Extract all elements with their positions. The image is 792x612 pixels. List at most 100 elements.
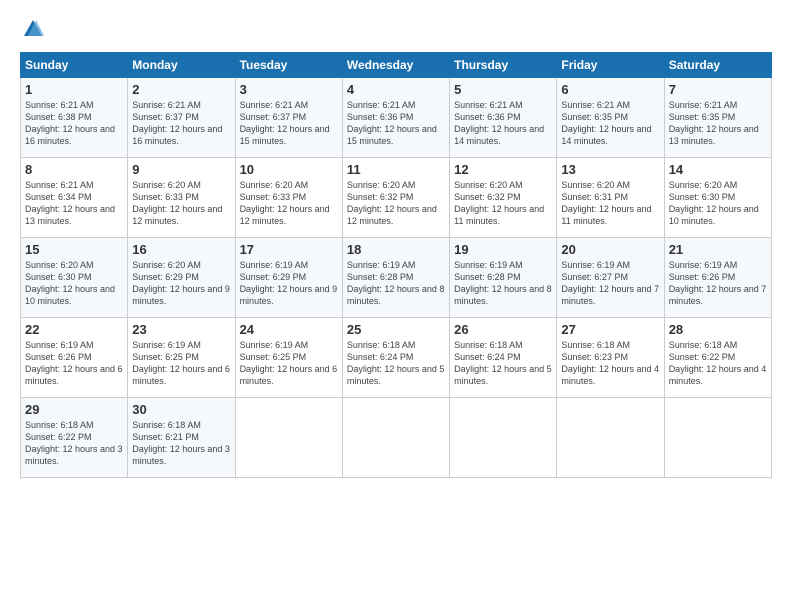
weekday-header-cell: Monday bbox=[128, 53, 235, 78]
day-info: Sunrise: 6:21 AMSunset: 6:35 PMDaylight:… bbox=[669, 100, 759, 146]
day-info: Sunrise: 6:19 AMSunset: 6:27 PMDaylight:… bbox=[561, 260, 659, 306]
day-number: 17 bbox=[240, 242, 338, 257]
calendar-header-row: SundayMondayTuesdayWednesdayThursdayFrid… bbox=[21, 53, 772, 78]
calendar-day-cell: 5 Sunrise: 6:21 AMSunset: 6:36 PMDayligh… bbox=[450, 78, 557, 158]
day-info: Sunrise: 6:20 AMSunset: 6:33 PMDaylight:… bbox=[240, 180, 330, 226]
calendar-day-cell: 28 Sunrise: 6:18 AMSunset: 6:22 PMDaylig… bbox=[664, 318, 771, 398]
day-info: Sunrise: 6:19 AMSunset: 6:29 PMDaylight:… bbox=[240, 260, 338, 306]
header bbox=[20, 18, 772, 40]
day-info: Sunrise: 6:21 AMSunset: 6:38 PMDaylight:… bbox=[25, 100, 115, 146]
day-info: Sunrise: 6:20 AMSunset: 6:30 PMDaylight:… bbox=[669, 180, 759, 226]
day-info: Sunrise: 6:18 AMSunset: 6:23 PMDaylight:… bbox=[561, 340, 659, 386]
calendar-week-row: 8 Sunrise: 6:21 AMSunset: 6:34 PMDayligh… bbox=[21, 158, 772, 238]
day-number: 26 bbox=[454, 322, 552, 337]
calendar-day-cell: 1 Sunrise: 6:21 AMSunset: 6:38 PMDayligh… bbox=[21, 78, 128, 158]
calendar-day-cell: 24 Sunrise: 6:19 AMSunset: 6:25 PMDaylig… bbox=[235, 318, 342, 398]
day-number: 19 bbox=[454, 242, 552, 257]
day-info: Sunrise: 6:19 AMSunset: 6:26 PMDaylight:… bbox=[25, 340, 123, 386]
day-number: 10 bbox=[240, 162, 338, 177]
day-info: Sunrise: 6:20 AMSunset: 6:33 PMDaylight:… bbox=[132, 180, 222, 226]
day-info: Sunrise: 6:18 AMSunset: 6:21 PMDaylight:… bbox=[132, 420, 230, 466]
day-number: 15 bbox=[25, 242, 123, 257]
calendar-day-cell: 13 Sunrise: 6:20 AMSunset: 6:31 PMDaylig… bbox=[557, 158, 664, 238]
calendar-day-cell: 11 Sunrise: 6:20 AMSunset: 6:32 PMDaylig… bbox=[342, 158, 449, 238]
day-info: Sunrise: 6:20 AMSunset: 6:29 PMDaylight:… bbox=[132, 260, 230, 306]
day-number: 2 bbox=[132, 82, 230, 97]
day-info: Sunrise: 6:20 AMSunset: 6:30 PMDaylight:… bbox=[25, 260, 115, 306]
calendar-week-row: 1 Sunrise: 6:21 AMSunset: 6:38 PMDayligh… bbox=[21, 78, 772, 158]
day-number: 9 bbox=[132, 162, 230, 177]
calendar-day-cell: 8 Sunrise: 6:21 AMSunset: 6:34 PMDayligh… bbox=[21, 158, 128, 238]
day-number: 28 bbox=[669, 322, 767, 337]
day-number: 29 bbox=[25, 402, 123, 417]
calendar-day-cell: 10 Sunrise: 6:20 AMSunset: 6:33 PMDaylig… bbox=[235, 158, 342, 238]
day-info: Sunrise: 6:20 AMSunset: 6:32 PMDaylight:… bbox=[347, 180, 437, 226]
day-number: 24 bbox=[240, 322, 338, 337]
day-number: 7 bbox=[669, 82, 767, 97]
day-number: 25 bbox=[347, 322, 445, 337]
calendar-day-cell bbox=[342, 398, 449, 478]
day-number: 22 bbox=[25, 322, 123, 337]
calendar-day-cell bbox=[450, 398, 557, 478]
day-info: Sunrise: 6:20 AMSunset: 6:32 PMDaylight:… bbox=[454, 180, 544, 226]
calendar-day-cell: 3 Sunrise: 6:21 AMSunset: 6:37 PMDayligh… bbox=[235, 78, 342, 158]
calendar-day-cell: 18 Sunrise: 6:19 AMSunset: 6:28 PMDaylig… bbox=[342, 238, 449, 318]
calendar-body: 1 Sunrise: 6:21 AMSunset: 6:38 PMDayligh… bbox=[21, 78, 772, 478]
day-number: 18 bbox=[347, 242, 445, 257]
calendar-day-cell: 2 Sunrise: 6:21 AMSunset: 6:37 PMDayligh… bbox=[128, 78, 235, 158]
day-info: Sunrise: 6:21 AMSunset: 6:36 PMDaylight:… bbox=[454, 100, 544, 146]
logo-icon bbox=[22, 18, 44, 40]
day-info: Sunrise: 6:21 AMSunset: 6:36 PMDaylight:… bbox=[347, 100, 437, 146]
day-info: Sunrise: 6:21 AMSunset: 6:37 PMDaylight:… bbox=[240, 100, 330, 146]
day-number: 6 bbox=[561, 82, 659, 97]
day-info: Sunrise: 6:19 AMSunset: 6:28 PMDaylight:… bbox=[347, 260, 445, 306]
day-info: Sunrise: 6:21 AMSunset: 6:35 PMDaylight:… bbox=[561, 100, 651, 146]
calendar-day-cell: 22 Sunrise: 6:19 AMSunset: 6:26 PMDaylig… bbox=[21, 318, 128, 398]
day-info: Sunrise: 6:18 AMSunset: 6:24 PMDaylight:… bbox=[454, 340, 552, 386]
calendar-day-cell: 23 Sunrise: 6:19 AMSunset: 6:25 PMDaylig… bbox=[128, 318, 235, 398]
calendar-week-row: 15 Sunrise: 6:20 AMSunset: 6:30 PMDaylig… bbox=[21, 238, 772, 318]
day-info: Sunrise: 6:18 AMSunset: 6:22 PMDaylight:… bbox=[25, 420, 123, 466]
calendar-day-cell bbox=[557, 398, 664, 478]
calendar-day-cell: 25 Sunrise: 6:18 AMSunset: 6:24 PMDaylig… bbox=[342, 318, 449, 398]
day-number: 4 bbox=[347, 82, 445, 97]
day-number: 16 bbox=[132, 242, 230, 257]
calendar-day-cell: 14 Sunrise: 6:20 AMSunset: 6:30 PMDaylig… bbox=[664, 158, 771, 238]
calendar-table: SundayMondayTuesdayWednesdayThursdayFrid… bbox=[20, 52, 772, 478]
weekday-header-cell: Friday bbox=[557, 53, 664, 78]
calendar-day-cell bbox=[235, 398, 342, 478]
day-info: Sunrise: 6:19 AMSunset: 6:25 PMDaylight:… bbox=[132, 340, 230, 386]
calendar-day-cell bbox=[664, 398, 771, 478]
day-info: Sunrise: 6:18 AMSunset: 6:22 PMDaylight:… bbox=[669, 340, 767, 386]
day-info: Sunrise: 6:21 AMSunset: 6:37 PMDaylight:… bbox=[132, 100, 222, 146]
day-number: 1 bbox=[25, 82, 123, 97]
day-number: 20 bbox=[561, 242, 659, 257]
calendar-day-cell: 27 Sunrise: 6:18 AMSunset: 6:23 PMDaylig… bbox=[557, 318, 664, 398]
calendar-day-cell: 12 Sunrise: 6:20 AMSunset: 6:32 PMDaylig… bbox=[450, 158, 557, 238]
calendar-day-cell: 21 Sunrise: 6:19 AMSunset: 6:26 PMDaylig… bbox=[664, 238, 771, 318]
calendar-day-cell: 15 Sunrise: 6:20 AMSunset: 6:30 PMDaylig… bbox=[21, 238, 128, 318]
calendar-day-cell: 7 Sunrise: 6:21 AMSunset: 6:35 PMDayligh… bbox=[664, 78, 771, 158]
calendar-day-cell: 4 Sunrise: 6:21 AMSunset: 6:36 PMDayligh… bbox=[342, 78, 449, 158]
calendar-day-cell: 6 Sunrise: 6:21 AMSunset: 6:35 PMDayligh… bbox=[557, 78, 664, 158]
calendar-day-cell: 19 Sunrise: 6:19 AMSunset: 6:28 PMDaylig… bbox=[450, 238, 557, 318]
day-number: 3 bbox=[240, 82, 338, 97]
logo bbox=[20, 18, 44, 40]
day-info: Sunrise: 6:19 AMSunset: 6:25 PMDaylight:… bbox=[240, 340, 338, 386]
day-number: 11 bbox=[347, 162, 445, 177]
day-info: Sunrise: 6:19 AMSunset: 6:26 PMDaylight:… bbox=[669, 260, 767, 306]
day-info: Sunrise: 6:20 AMSunset: 6:31 PMDaylight:… bbox=[561, 180, 651, 226]
weekday-header-cell: Wednesday bbox=[342, 53, 449, 78]
calendar-day-cell: 20 Sunrise: 6:19 AMSunset: 6:27 PMDaylig… bbox=[557, 238, 664, 318]
calendar-day-cell: 17 Sunrise: 6:19 AMSunset: 6:29 PMDaylig… bbox=[235, 238, 342, 318]
calendar-day-cell: 9 Sunrise: 6:20 AMSunset: 6:33 PMDayligh… bbox=[128, 158, 235, 238]
day-number: 5 bbox=[454, 82, 552, 97]
day-number: 30 bbox=[132, 402, 230, 417]
calendar-week-row: 29 Sunrise: 6:18 AMSunset: 6:22 PMDaylig… bbox=[21, 398, 772, 478]
day-info: Sunrise: 6:19 AMSunset: 6:28 PMDaylight:… bbox=[454, 260, 552, 306]
main-container: SundayMondayTuesdayWednesdayThursdayFrid… bbox=[0, 0, 792, 488]
calendar-day-cell: 16 Sunrise: 6:20 AMSunset: 6:29 PMDaylig… bbox=[128, 238, 235, 318]
day-number: 13 bbox=[561, 162, 659, 177]
weekday-header-cell: Tuesday bbox=[235, 53, 342, 78]
day-number: 27 bbox=[561, 322, 659, 337]
